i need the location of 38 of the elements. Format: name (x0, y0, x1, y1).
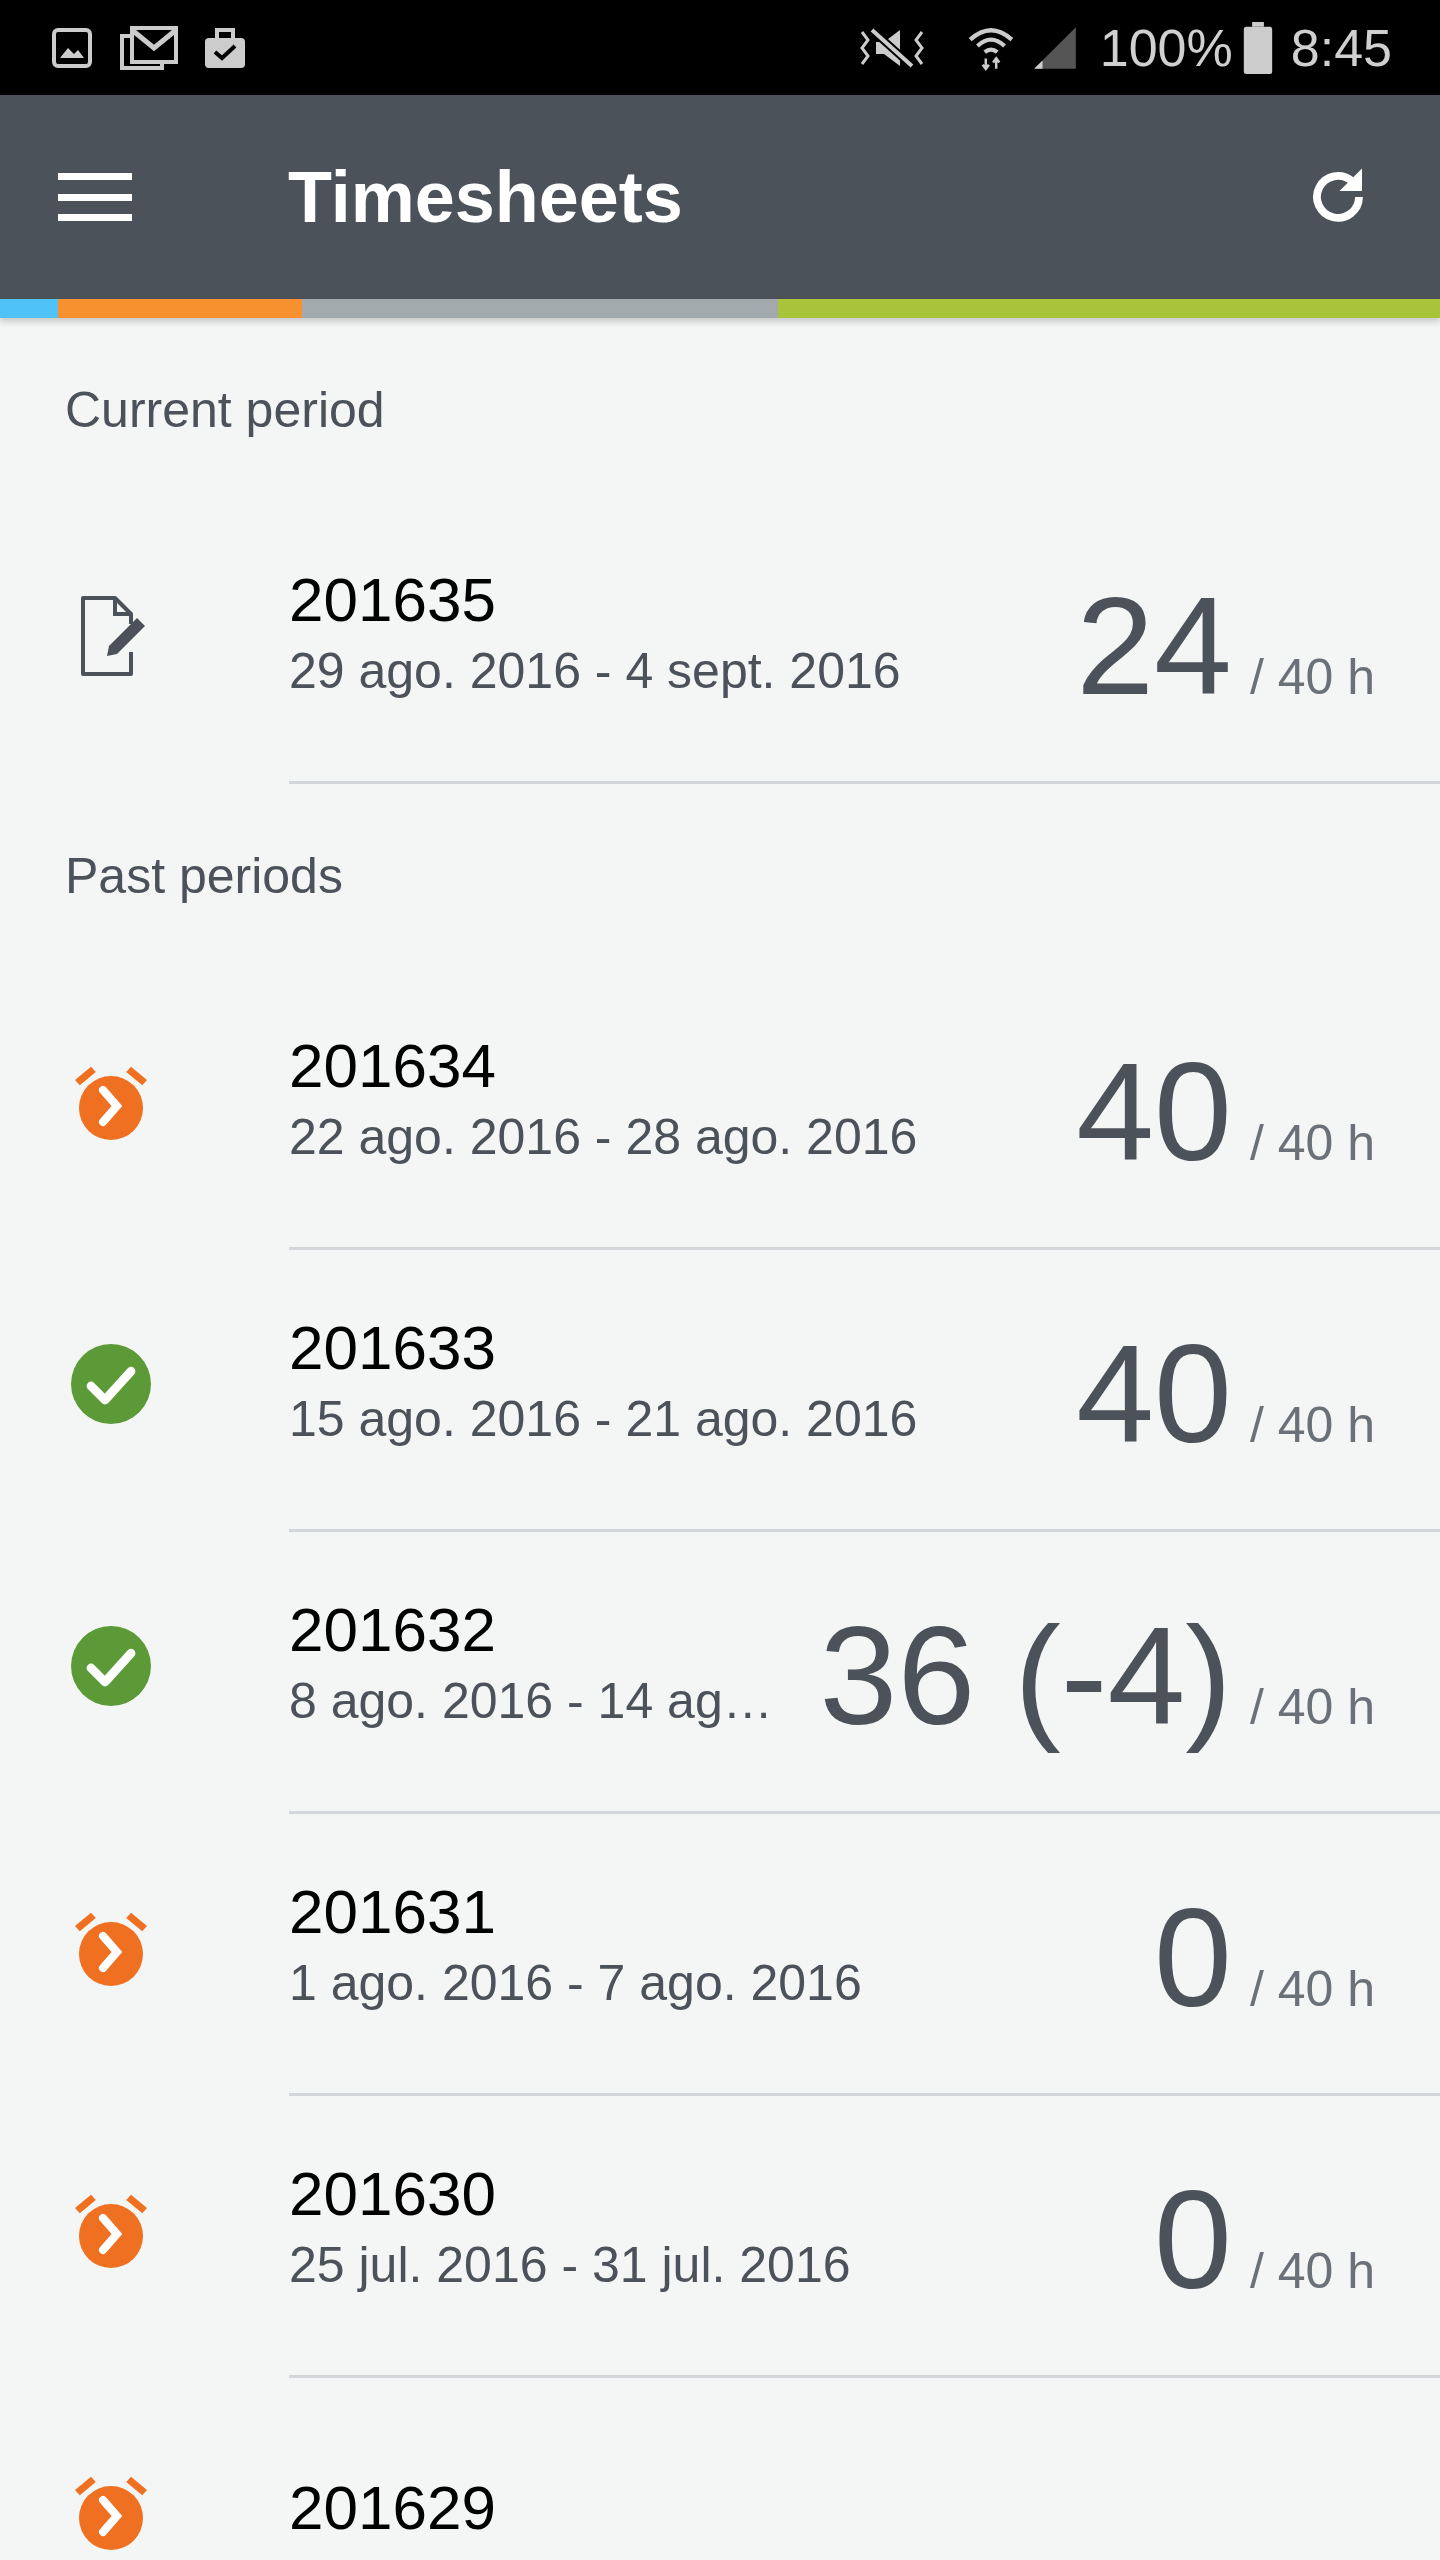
hours-logged: 40 (1076, 1032, 1232, 1192)
clock-time: 8:45 (1290, 21, 1392, 74)
timesheet-row[interactable]: 201633 15 ago. 2016 - 21 ago. 2016 40/ 40 h (0, 1250, 1440, 1532)
section-header: Current period (65, 380, 385, 440)
period-dates: 1 ago. 2016 - 7 ago. 2016 (289, 1953, 863, 2013)
battery-icon (1242, 21, 1273, 74)
period-code: 201634 (289, 1034, 497, 1097)
battery-percentage: 100% (1099, 21, 1233, 74)
period-dates: 25 jul. 2016 - 31 jul. 2016 (289, 2235, 852, 2295)
period-dates: 8 ago. 2016 - 14 ag… (289, 1671, 774, 1731)
mail-icon (120, 23, 178, 72)
period-code: 201630 (289, 2162, 497, 2225)
period-code: 201629 (289, 2477, 497, 2539)
hours-target: / 40 h (1249, 1960, 1375, 2019)
timesheet-row[interactable]: 201630 25 jul. 2016 - 31 jul. 2016 0/ 40 h (0, 2096, 1440, 2378)
hours-logged: 24 (1076, 566, 1232, 726)
timesheet-row[interactable]: 201634 22 ago. 2016 - 28 ago. 2016 40/ 40 h (0, 968, 1440, 1250)
timesheet-row[interactable]: 201635 29 ago. 2016 - 4 sept. 2016 24/ 40 h (0, 502, 1440, 784)
timesheet-row[interactable]: 201631 1 ago. 2016 - 7 ago. 2016 0/ 40 h (0, 1814, 1440, 2096)
period-dates: 22 ago. 2016 - 28 ago. 2016 (289, 1107, 919, 1167)
hours-target: / 40 h (1249, 1114, 1375, 1173)
period-dates: 29 ago. 2016 - 4 sept. 2016 (289, 641, 902, 701)
timesheet-row[interactable]: 201629 (0, 2378, 1440, 2560)
hours-logged: 40 (1076, 1314, 1232, 1474)
period-code: 201633 (289, 1316, 497, 1379)
hours-logged: 0 (1154, 2160, 1232, 2320)
period-code: 201632 (289, 1598, 497, 1661)
app-title: Timesheets (288, 161, 683, 233)
period-code: 201635 (289, 568, 497, 631)
section-header: Past periods (65, 846, 343, 906)
hours-target: / 40 h (1249, 2242, 1375, 2301)
hours-logged: 36 (-4) (819, 1596, 1232, 1756)
period-dates: 15 ago. 2016 - 21 ago. 2016 (289, 1389, 919, 1449)
hours-target: / 40 h (1249, 1678, 1375, 1737)
hours-logged: 0 (1154, 1878, 1232, 2038)
hours-target: / 40 h (1249, 648, 1375, 707)
period-code: 201631 (289, 1880, 497, 1943)
hours-target: / 40 h (1249, 1396, 1375, 1455)
